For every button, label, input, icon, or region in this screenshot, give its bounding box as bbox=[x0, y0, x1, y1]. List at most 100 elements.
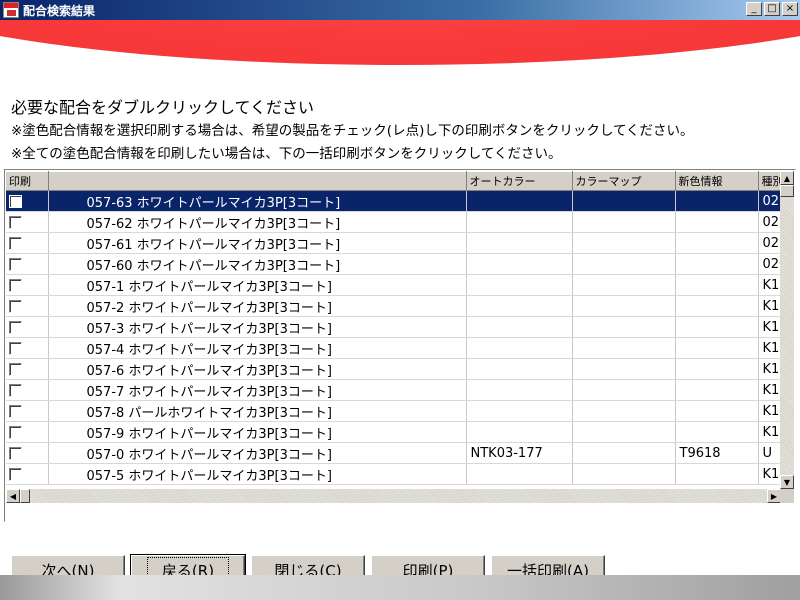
print-checkbox[interactable] bbox=[9, 236, 22, 250]
color-map-cell bbox=[572, 421, 676, 443]
window-body: 必要な配合をダブルクリックしてください ※塗色配合情報を選択印刷する場合は、希望… bbox=[0, 20, 800, 600]
print-checkbox[interactable] bbox=[9, 404, 22, 418]
table-row[interactable]: 057-8 パールホワイトマイカ3P[3コート] K17 bbox=[6, 400, 781, 422]
footer-gradient-bar bbox=[0, 575, 800, 600]
scroll-down-icon[interactable]: ▼ bbox=[780, 475, 794, 489]
print-checkbox[interactable] bbox=[9, 194, 22, 208]
color-name-cell: 057-2 ホワイトパールマイカ3P[3コート] bbox=[48, 295, 467, 317]
color-map-cell bbox=[572, 337, 676, 359]
results-grid[interactable]: 印刷 オートカラー カラーマップ 新色情報 種別 057-63 ホワイトパールマ… bbox=[4, 169, 796, 522]
auto-color-cell bbox=[466, 463, 573, 485]
print-cell bbox=[6, 295, 49, 317]
print-checkbox[interactable] bbox=[9, 467, 22, 481]
print-checkbox[interactable] bbox=[9, 425, 22, 439]
results-table: 印刷 オートカラー カラーマップ 新色情報 種別 057-63 ホワイトパールマ… bbox=[6, 171, 781, 485]
table-row[interactable]: 057-9 ホワイトパールマイカ3P[3コート] K18 bbox=[6, 421, 781, 443]
color-name-cell: 057-6 ホワイトパールマイカ3P[3コート] bbox=[48, 358, 467, 380]
table-row[interactable]: 057-4 ホワイトパールマイカ3P[3コート] K13 bbox=[6, 337, 781, 359]
color-map-cell bbox=[572, 295, 676, 317]
instruction-double-click: 必要な配合をダブルクリックしてください bbox=[11, 98, 315, 117]
table-row[interactable]: 057-0 ホワイトパールマイカ3P[3コート] NTK03-177 T9618 U bbox=[6, 442, 781, 464]
color-map-cell bbox=[572, 463, 676, 485]
print-checkbox[interactable] bbox=[9, 362, 22, 376]
table-row[interactable]: 057-61 ホワイトパールマイカ3P[3コート] 021 bbox=[6, 232, 781, 254]
title-bar: 配合検索結果 _ □ × bbox=[0, 0, 800, 20]
table-row[interactable]: 057-6 ホワイトパールマイカ3P[3コート] K15 bbox=[6, 358, 781, 380]
type-cell: K16 bbox=[758, 379, 781, 401]
color-name-cell: 057-4 ホワイトパールマイカ3P[3コート] bbox=[48, 337, 467, 359]
print-cell bbox=[6, 211, 49, 233]
type-cell: U bbox=[758, 442, 781, 464]
type-cell: K13 bbox=[758, 337, 781, 359]
color-name-cell: 057-5 ホワイトパールマイカ3P[3コート] bbox=[48, 463, 467, 485]
vertical-scroll-thumb[interactable] bbox=[780, 185, 794, 197]
column-header-auto-color[interactable]: オートカラー bbox=[466, 171, 573, 191]
new-color-cell bbox=[675, 232, 759, 254]
print-checkbox[interactable] bbox=[9, 215, 22, 229]
scroll-up-icon[interactable]: ▲ bbox=[780, 171, 794, 185]
maximize-button[interactable]: □ bbox=[764, 2, 780, 16]
print-checkbox[interactable] bbox=[9, 341, 22, 355]
instruction-print-all: ※全ての塗色配合情報を印刷したい場合は、下の一括印刷ボタンをクリックしてください… bbox=[11, 146, 562, 162]
color-map-cell bbox=[572, 274, 676, 296]
table-row[interactable]: 057-63 ホワイトパールマイカ3P[3コート] 023 bbox=[6, 190, 781, 212]
color-map-cell bbox=[572, 190, 676, 212]
horizontal-scroll-thumb[interactable] bbox=[20, 489, 30, 503]
color-name-cell: 057-61 ホワイトパールマイカ3P[3コート] bbox=[48, 232, 467, 254]
close-window-button[interactable]: × bbox=[782, 2, 798, 16]
type-cell: K18 bbox=[758, 421, 781, 443]
type-cell: 023 bbox=[758, 190, 781, 212]
auto-color-cell bbox=[466, 358, 573, 380]
grid-body: 057-63 ホワイトパールマイカ3P[3コート]023057-62 ホワイトパ… bbox=[6, 190, 781, 485]
print-checkbox[interactable] bbox=[9, 446, 22, 460]
color-name-cell: 057-8 パールホワイトマイカ3P[3コート] bbox=[48, 400, 467, 422]
horizontal-scrollbar[interactable]: ◀ ▶ bbox=[6, 489, 781, 503]
auto-color-cell bbox=[466, 337, 573, 359]
scroll-right-icon[interactable]: ▶ bbox=[767, 489, 781, 503]
header-banner bbox=[0, 20, 800, 68]
print-checkbox[interactable] bbox=[9, 299, 22, 313]
table-row[interactable]: 057-3 ホワイトパールマイカ3P[3コート] K12 bbox=[6, 316, 781, 338]
column-header-new-color[interactable]: 新色情報 bbox=[675, 171, 759, 191]
color-map-cell bbox=[572, 211, 676, 233]
scroll-left-icon[interactable]: ◀ bbox=[6, 489, 20, 503]
table-row[interactable]: 057-5 ホワイトパールマイカ3P[3コート] K14 bbox=[6, 463, 781, 485]
print-cell bbox=[6, 442, 49, 464]
column-header-name[interactable] bbox=[48, 171, 467, 191]
type-cell: K14 bbox=[758, 463, 781, 485]
grid-viewport: 印刷 オートカラー カラーマップ 新色情報 種別 057-63 ホワイトパールマ… bbox=[6, 171, 781, 489]
auto-color-cell bbox=[466, 274, 573, 296]
color-name-cell: 057-9 ホワイトパールマイカ3P[3コート] bbox=[48, 421, 467, 443]
type-cell: K11 bbox=[758, 295, 781, 317]
column-header-type[interactable]: 種別 bbox=[758, 171, 781, 191]
column-header-print[interactable]: 印刷 bbox=[6, 171, 49, 191]
color-map-cell bbox=[572, 442, 676, 464]
print-checkbox[interactable] bbox=[9, 383, 22, 397]
table-row[interactable]: 057-62 ホワイトパールマイカ3P[3コート] 022 bbox=[6, 211, 781, 233]
print-cell bbox=[6, 358, 49, 380]
color-map-cell bbox=[572, 232, 676, 254]
auto-color-cell bbox=[466, 253, 573, 275]
print-checkbox[interactable] bbox=[9, 257, 22, 271]
new-color-cell bbox=[675, 400, 759, 422]
instruction-select-print: ※塗色配合情報を選択印刷する場合は、希望の製品をチェック(レ点)し下の印刷ボタン… bbox=[11, 123, 694, 139]
new-color-cell bbox=[675, 190, 759, 212]
print-checkbox[interactable] bbox=[9, 320, 22, 334]
table-row[interactable]: 057-1 ホワイトパールマイカ3P[3コート] K10 bbox=[6, 274, 781, 296]
auto-color-cell bbox=[466, 232, 573, 254]
minimize-button[interactable]: _ bbox=[746, 2, 762, 16]
table-row[interactable]: 057-60 ホワイトパールマイカ3P[3コート] 020 bbox=[6, 253, 781, 275]
app-icon bbox=[3, 2, 19, 18]
column-header-color-map[interactable]: カラーマップ bbox=[572, 171, 676, 191]
print-checkbox[interactable] bbox=[9, 278, 22, 292]
type-cell: 020 bbox=[758, 253, 781, 275]
print-cell bbox=[6, 337, 49, 359]
new-color-cell: T9618 bbox=[675, 442, 759, 464]
auto-color-cell bbox=[466, 211, 573, 233]
new-color-cell bbox=[675, 274, 759, 296]
table-row[interactable]: 057-2 ホワイトパールマイカ3P[3コート] K11 bbox=[6, 295, 781, 317]
vertical-scrollbar[interactable]: ▲ ▼ bbox=[780, 171, 794, 489]
auto-color-cell bbox=[466, 295, 573, 317]
print-cell bbox=[6, 421, 49, 443]
table-row[interactable]: 057-7 ホワイトパールマイカ3P[3コート] K16 bbox=[6, 379, 781, 401]
